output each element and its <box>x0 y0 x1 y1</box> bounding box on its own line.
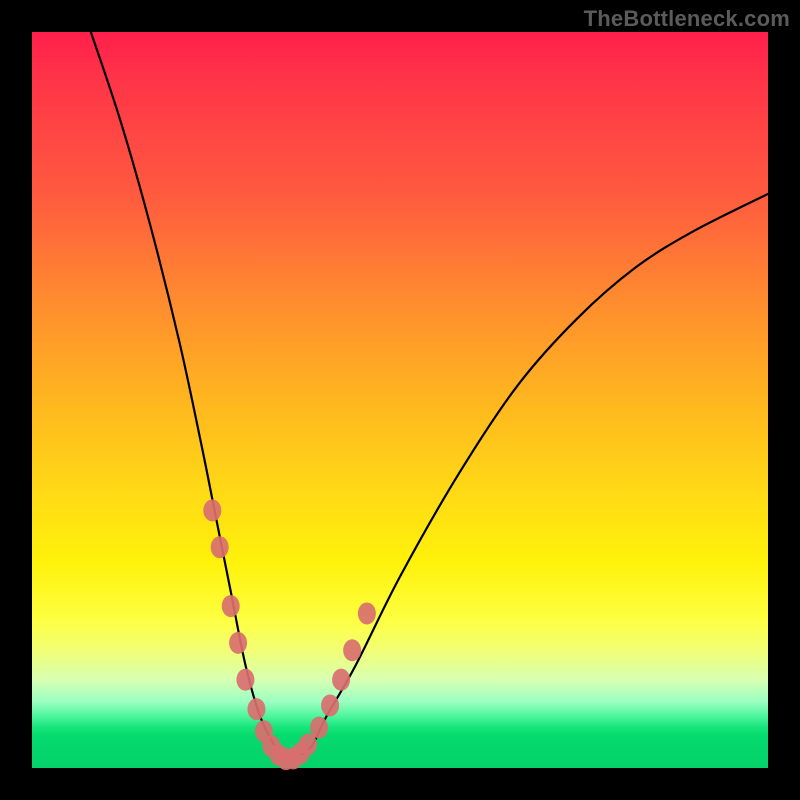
marker-dot <box>358 602 376 624</box>
bottleneck-curve <box>91 32 768 761</box>
marker-dot <box>310 717 328 739</box>
marker-dot <box>247 698 265 720</box>
marker-dots <box>203 499 376 770</box>
marker-dot <box>222 595 240 617</box>
marker-dot <box>229 632 247 654</box>
marker-dot <box>332 669 350 691</box>
plot-area <box>32 32 768 768</box>
curve-svg <box>32 32 768 768</box>
marker-dot <box>203 499 221 521</box>
bottleneck-curve-path <box>91 32 768 761</box>
marker-dot <box>343 639 361 661</box>
watermark-text: TheBottleneck.com <box>584 6 790 32</box>
marker-dot <box>211 536 229 558</box>
marker-dot <box>236 669 254 691</box>
marker-dot <box>321 694 339 716</box>
chart-frame: TheBottleneck.com <box>0 0 800 800</box>
